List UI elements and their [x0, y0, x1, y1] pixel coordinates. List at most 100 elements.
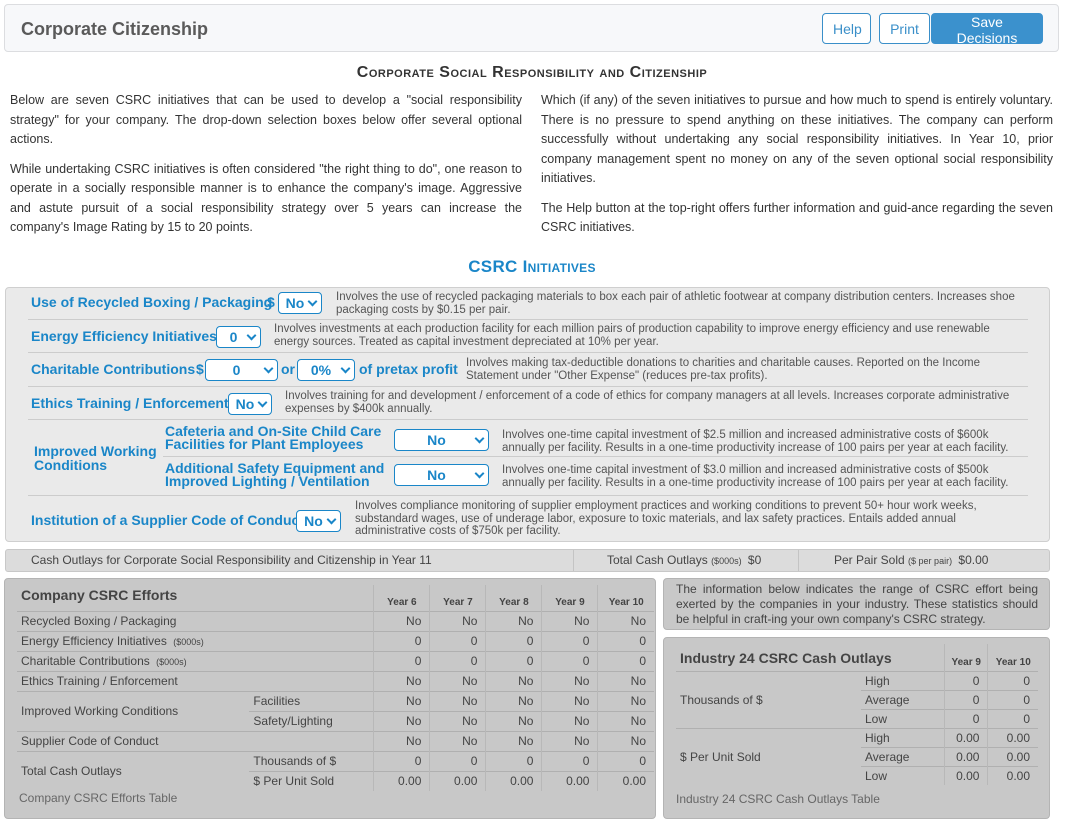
initiative-charity: Charitable Contributions $ 0 or 0% of pr…: [28, 353, 1028, 387]
efforts-row-label-text: Charitable Contributions: [21, 654, 150, 668]
efforts-cell: 0: [541, 630, 598, 651]
supplier-label: Institution of a Supplier Code of Conduc…: [31, 512, 304, 528]
efforts-row-label: Charitable Contributions ($000s): [17, 650, 374, 671]
efforts-row-label: Improved Working Conditions: [17, 690, 250, 731]
industry-cell: 0: [943, 670, 988, 690]
company-efforts-title: Company CSRC Efforts: [21, 587, 178, 603]
efforts-cell: 0: [429, 630, 486, 651]
efforts-cell: No: [373, 690, 430, 711]
safety-row: Additional Safety Equipment and Improved…: [163, 457, 1028, 495]
safety-label: Additional Safety Equipment and Improved…: [165, 460, 385, 489]
supplier-description: Involves compliance monitoring of suppli…: [355, 500, 977, 537]
industry-table: Industry 24 CSRC Cash Outlays Year 9 Yea…: [676, 644, 1038, 785]
industry-stat-label: High: [861, 727, 945, 747]
charity-percent-value: 0%: [310, 362, 332, 378]
total-cash-label: Total Cash Outlays: [607, 553, 708, 567]
efforts-row: Recycled Boxing / Packaging No No No No No: [17, 610, 654, 631]
efforts-row: Charitable Contributions ($000s) 0 0 0 0 0: [17, 650, 654, 671]
pretax-profit-label: of pretax profit: [359, 361, 458, 377]
initiatives-panel: Use of Recycled Boxing / Packaging $ No …: [5, 287, 1050, 542]
help-button[interactable]: Help: [822, 13, 871, 44]
efforts-cell: No: [597, 670, 654, 691]
efforts-row-label: Total Cash Outlays: [17, 750, 250, 791]
initiative-working-conditions: Improved Working Conditions Cafeteria an…: [28, 420, 1028, 496]
efforts-cell: 0: [597, 650, 654, 671]
efforts-cell: 0: [373, 750, 430, 771]
save-decisions-button[interactable]: Save Decisions: [931, 13, 1043, 46]
efforts-cell: 0: [541, 650, 598, 671]
efforts-cell: No: [429, 710, 486, 731]
industry-title: Industry 24 CSRC Cash Outlays: [680, 650, 892, 666]
total-cash-value: $0: [747, 553, 762, 567]
intro-paragraph: Below are seven CSRC initiatives that ca…: [10, 93, 522, 146]
year-header: Year 6: [373, 585, 430, 611]
intro-paragraph: The Help button at the top-right offers …: [541, 200, 1053, 235]
industry-row: $ Per Unit Sold High 0.00 0.00: [676, 727, 1038, 785]
recycled-description: Involves the use of recycled packaging m…: [336, 291, 1015, 316]
efforts-cell: No: [429, 690, 486, 711]
cafeteria-row: Cafeteria and On-Site Child Care Facilit…: [163, 420, 1028, 457]
print-button[interactable]: Print: [879, 13, 930, 44]
company-efforts-caption: Company CSRC Efforts Table: [19, 791, 178, 805]
efforts-cell: 0: [429, 750, 486, 771]
charity-amount-select[interactable]: 0: [205, 359, 278, 381]
cafeteria-label: Cafeteria and On-Site Child Care Facilit…: [165, 423, 382, 452]
cafeteria-select[interactable]: No: [394, 429, 489, 451]
efforts-cell: No: [485, 690, 542, 711]
efforts-row: Ethics Training / Enforcement No No No No No: [17, 670, 654, 691]
efforts-row-label: Energy Efficiency Initiatives ($000s): [17, 630, 374, 651]
efforts-row-sublabel: $ Per Unit Sold: [249, 770, 374, 791]
ethics-select[interactable]: No: [228, 393, 272, 415]
ethics-select-value: No: [235, 396, 255, 412]
efforts-cell: No: [429, 730, 486, 751]
industry-cell: 0: [987, 708, 1038, 728]
initiatives-heading: CSRC Initiatives: [468, 257, 596, 276]
efforts-row-sublabel: Safety/Lighting: [249, 710, 374, 731]
industry-cell: 0.00: [987, 746, 1038, 766]
industry-cell: 0.00: [987, 727, 1038, 747]
efforts-row: Supplier Code of Conduct No No No No No: [17, 730, 654, 751]
industry-stat-label: Average: [861, 746, 945, 766]
efforts-row-label: Ethics Training / Enforcement: [17, 670, 374, 691]
efforts-row-label: Supplier Code of Conduct: [17, 730, 374, 751]
efforts-cell: 0: [485, 750, 542, 771]
initiative-recycled: Use of Recycled Boxing / Packaging $ No …: [28, 288, 1028, 320]
recycled-label: Use of Recycled Boxing / Packaging: [31, 294, 273, 310]
chevron-down-icon: [326, 514, 337, 524]
efforts-cell: No: [373, 670, 430, 691]
efforts-cell: No: [485, 610, 542, 631]
company-efforts-table: Company CSRC Efforts Year 6 Year 7 Year …: [17, 585, 654, 791]
efforts-cell: 0.00: [429, 770, 486, 791]
chevron-down-icon: [257, 397, 268, 407]
efforts-row-label-text: Supplier Code of Conduct: [21, 734, 159, 748]
efforts-row: Improved Working Conditions Facilities No N…: [17, 690, 654, 731]
recycled-select[interactable]: No: [278, 292, 322, 314]
chevron-down-icon: [263, 363, 274, 373]
industry-group-label: $ Per Unit Sold: [676, 727, 861, 785]
industry-caption: Industry 24 CSRC Cash Outlays Table: [676, 792, 880, 806]
per-pair-unit: ($ per pair): [908, 556, 953, 566]
efforts-cell: No: [597, 610, 654, 631]
efforts-cell: 0: [597, 750, 654, 771]
supplier-select[interactable]: No: [296, 510, 341, 532]
or-label: or: [281, 361, 295, 377]
efforts-row-label-text: Ethics Training / Enforcement: [21, 674, 178, 688]
year-header: Year 8: [485, 585, 542, 611]
efforts-cell: 0: [429, 650, 486, 671]
efforts-cell: 0: [373, 630, 430, 651]
efforts-cell: No: [597, 710, 654, 731]
industry-cell: 0: [943, 708, 988, 728]
safety-select[interactable]: No: [394, 464, 489, 486]
intro-paragraph: Which (if any) of the seven initiatives …: [541, 93, 1053, 185]
initiative-supplier: Institution of a Supplier Code of Conduc…: [28, 496, 1028, 540]
cafeteria-description: Involves one-time capital investment of …: [502, 429, 1009, 454]
efforts-cell: 0: [485, 650, 542, 671]
industry-info-panel: The information below indicates the rang…: [663, 578, 1050, 630]
cash-outlays-label: Cash Outlays for Corporate Social Respon…: [31, 553, 432, 567]
total-cash-unit: ($000s): [711, 556, 742, 566]
efforts-cell: 0.00: [373, 770, 430, 791]
industry-stat-label: High: [861, 670, 945, 690]
charity-percent-select[interactable]: 0%: [297, 359, 355, 381]
efforts-cell: No: [541, 610, 598, 631]
energy-select[interactable]: 0: [216, 326, 261, 348]
